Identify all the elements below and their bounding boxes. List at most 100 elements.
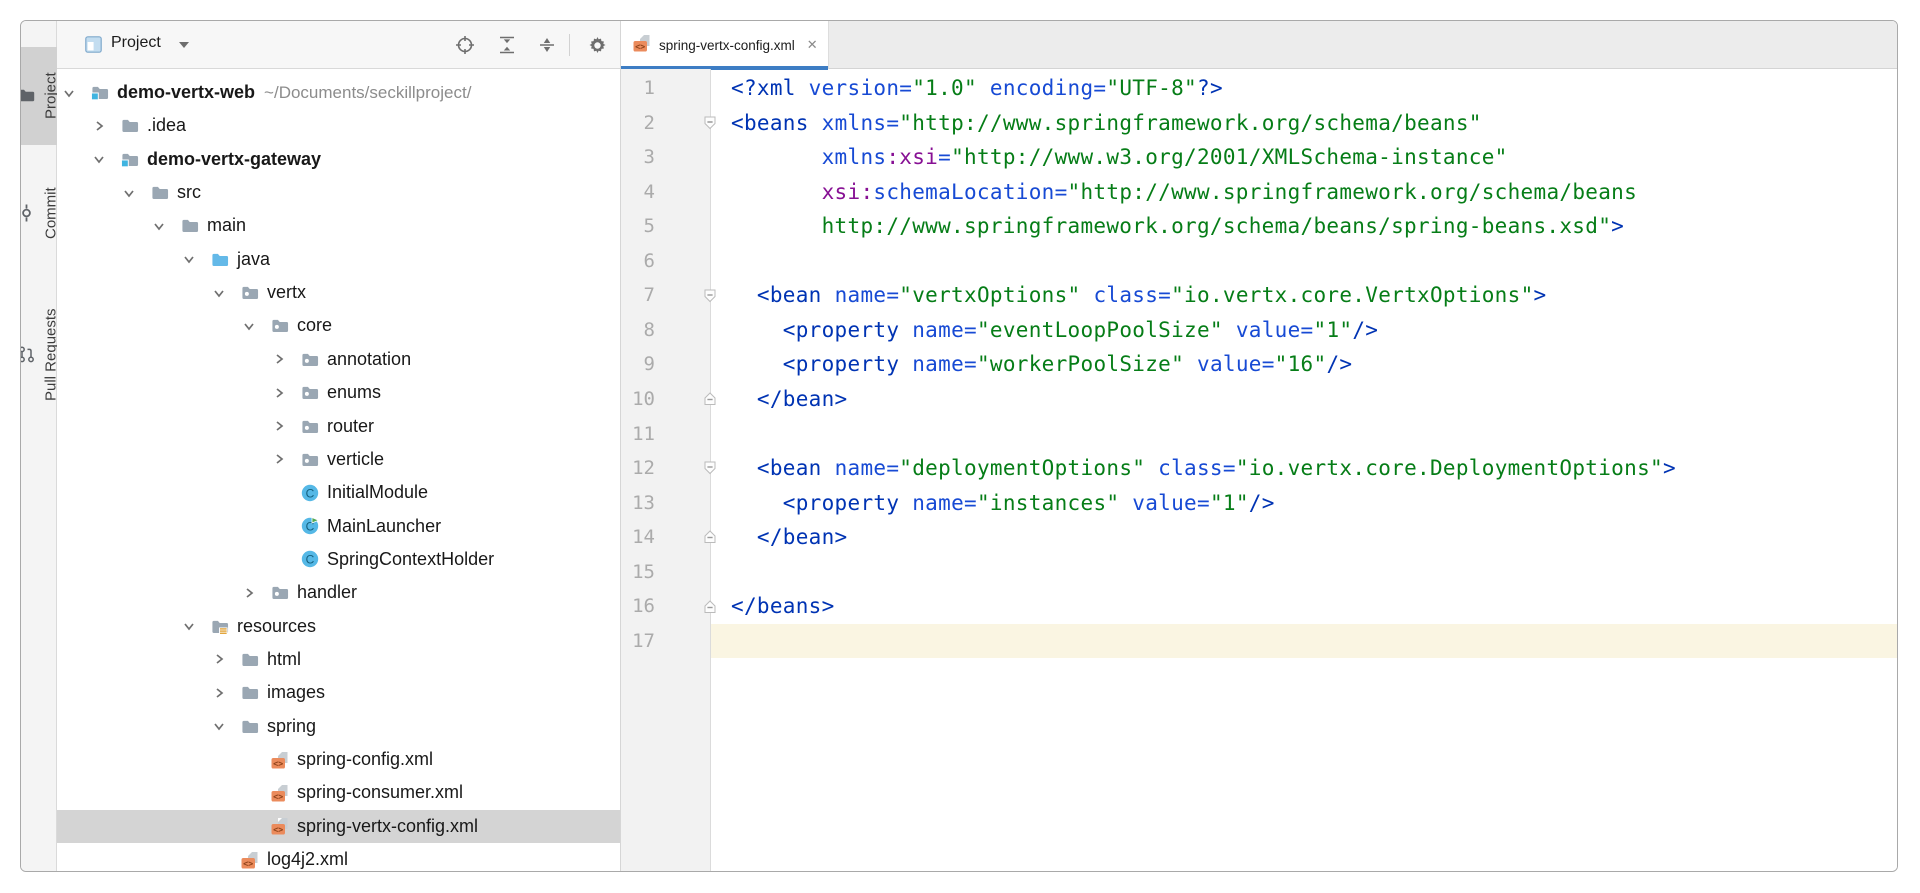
line-number: 3 — [621, 140, 655, 175]
chevron-collapsed-icon[interactable] — [271, 376, 287, 409]
class-run-icon: C — [301, 510, 319, 543]
settings-button[interactable] — [585, 33, 609, 57]
code-line-8[interactable]: <property name="eventLoopPoolSize" value… — [731, 313, 1897, 348]
code-line-5[interactable]: http://www.springframework.org/schema/be… — [731, 209, 1897, 244]
ide-window: Project Commit Pull Requests Project — [20, 20, 1898, 872]
chevron-expanded-icon[interactable] — [211, 710, 227, 743]
activity-tab-pull-requests[interactable]: Pull Requests — [21, 279, 57, 431]
code-line-9[interactable]: <property name="workerPoolSize" value="1… — [731, 347, 1897, 382]
tree-item-spring-config-xml[interactable]: <> spring-config.xml — [57, 743, 620, 776]
tree-item-verticle[interactable]: verticle — [57, 443, 620, 476]
tree-item-demo-vertx-web[interactable]: demo-vertx-web~/Documents/seckillproject… — [57, 76, 620, 109]
spring-xml-icon: <> — [241, 843, 259, 871]
editor-tab-label: spring-vertx-config.xml — [659, 38, 795, 53]
chevron-expanded-icon[interactable] — [91, 143, 107, 176]
project-folder-icon — [91, 76, 109, 109]
tree-item-log4j2-xml[interactable]: <>log4j2.xml — [57, 843, 620, 871]
tree-item-vertx[interactable]: vertx — [57, 276, 620, 309]
locate-file-button[interactable] — [453, 33, 477, 57]
chevron-collapsed-icon[interactable] — [271, 443, 287, 476]
folder-icon — [241, 676, 259, 709]
editor-tab-spring-vertx-config[interactable]: <> spring-vertx-config.xml ✕ — [621, 21, 829, 69]
code-line-1[interactable]: <?xml version="1.0" encoding="UTF-8"?> — [731, 71, 1897, 106]
collapse-all-button[interactable] — [535, 33, 559, 57]
tree-item--idea[interactable]: .idea — [57, 109, 620, 142]
line-number: 15 — [621, 555, 655, 590]
tree-item-label: spring-config.xml — [297, 743, 433, 776]
fold-start-marker[interactable] — [704, 116, 716, 130]
package-icon — [271, 309, 289, 342]
chevron-collapsed-icon[interactable] — [241, 576, 257, 609]
code-editor[interactable]: 1234567891011121314151617 <?xml version=… — [621, 69, 1897, 871]
activity-tab-commit[interactable]: Commit — [21, 163, 57, 263]
tree-item-initialmodule[interactable]: CInitialModule — [57, 476, 620, 509]
code-line-7[interactable]: <bean name="vertxOptions" class="io.vert… — [731, 278, 1897, 313]
chevron-expanded-icon[interactable] — [121, 176, 137, 209]
fold-end-marker[interactable] — [704, 600, 716, 614]
code-line-14[interactable]: </bean> — [731, 520, 1897, 555]
activity-tab-project[interactable]: Project — [21, 47, 57, 145]
code-line-10[interactable]: </bean> — [731, 382, 1897, 417]
close-icon[interactable]: ✕ — [807, 37, 818, 53]
package-icon — [301, 443, 319, 476]
code-line-12[interactable]: <bean name="deploymentOptions" class="io… — [731, 451, 1897, 486]
tree-item-enums[interactable]: enums — [57, 376, 620, 409]
chevron-expanded-icon[interactable] — [241, 309, 257, 342]
code-line-13[interactable]: <property name="instances" value="1"/> — [731, 486, 1897, 521]
project-tree: demo-vertx-web~/Documents/seckillproject… — [57, 69, 620, 871]
chevron-collapsed-icon[interactable] — [271, 410, 287, 443]
tree-item-demo-vertx-gateway[interactable]: demo-vertx-gateway — [57, 143, 620, 176]
line-number: 16 — [621, 589, 655, 624]
tree-item-html[interactable]: html — [57, 643, 620, 676]
tree-item-java[interactable]: java — [57, 243, 620, 276]
chevron-collapsed-icon[interactable] — [211, 643, 227, 676]
module-folder-icon — [121, 143, 139, 176]
tree-item-label: spring-consumer.xml — [297, 776, 463, 809]
tree-item-label: images — [267, 676, 325, 709]
fold-start-marker[interactable] — [704, 461, 716, 475]
editor-area: <> spring-vertx-config.xml ✕ 12345678910… — [621, 21, 1897, 871]
activity-bar: Project Commit Pull Requests — [21, 21, 57, 871]
project-panel-title[interactable]: Project — [111, 34, 161, 52]
tree-item-annotation[interactable]: annotation — [57, 343, 620, 376]
chevron-expanded-icon[interactable] — [181, 243, 197, 276]
chevron-expanded-icon[interactable] — [181, 610, 197, 643]
code-line-4[interactable]: xsi:schemaLocation="http://www.springfra… — [731, 175, 1897, 210]
tree-item-springcontextholder[interactable]: CSpringContextHolder — [57, 543, 620, 576]
tree-item-label: .idea — [147, 109, 186, 142]
fold-end-marker[interactable] — [704, 530, 716, 544]
fold-end-marker[interactable] — [704, 392, 716, 406]
chevron-collapsed-icon[interactable] — [91, 109, 107, 142]
tree-item-resources[interactable]: resources — [57, 610, 620, 643]
line-number: 4 — [621, 175, 655, 210]
tree-item-core[interactable]: core — [57, 309, 620, 342]
chevron-expanded-icon[interactable] — [211, 276, 227, 309]
expand-all-button[interactable] — [495, 33, 519, 57]
svg-text:C: C — [306, 553, 315, 567]
chevron-expanded-icon[interactable] — [151, 209, 167, 242]
line-number: 7 — [621, 278, 655, 313]
code-line-3[interactable]: xmlns:xsi="http://www.w3.org/2001/XMLSch… — [731, 140, 1897, 175]
chevron-expanded-icon[interactable] — [61, 76, 77, 109]
package-icon — [271, 576, 289, 609]
tree-item-handler[interactable]: handler — [57, 576, 620, 609]
tree-item-mainlauncher[interactable]: C MainLauncher — [57, 510, 620, 543]
chevron-collapsed-icon[interactable] — [271, 343, 287, 376]
tree-item-spring[interactable]: spring — [57, 710, 620, 743]
fold-start-marker[interactable] — [704, 289, 716, 303]
tree-item-src[interactable]: src — [57, 176, 620, 209]
chevron-collapsed-icon[interactable] — [211, 676, 227, 709]
tree-item-router[interactable]: router — [57, 410, 620, 443]
svg-text:<>: <> — [273, 759, 283, 769]
tree-item-images[interactable]: images — [57, 676, 620, 709]
toolbar-separator — [569, 34, 570, 56]
project-folder-icon — [20, 89, 36, 104]
code-line-16[interactable]: </beans> — [731, 589, 1897, 624]
tree-item-spring-vertx-config-xml[interactable]: <>spring-vertx-config.xml — [57, 810, 620, 843]
package-icon — [301, 410, 319, 443]
tree-item-spring-consumer-xml[interactable]: <>spring-consumer.xml — [57, 776, 620, 809]
code-line-2[interactable]: <beans xmlns="http://www.springframework… — [731, 106, 1897, 141]
tree-item-main[interactable]: main — [57, 209, 620, 242]
tree-item-label: vertx — [267, 276, 306, 309]
chevron-down-icon[interactable] — [179, 42, 189, 48]
